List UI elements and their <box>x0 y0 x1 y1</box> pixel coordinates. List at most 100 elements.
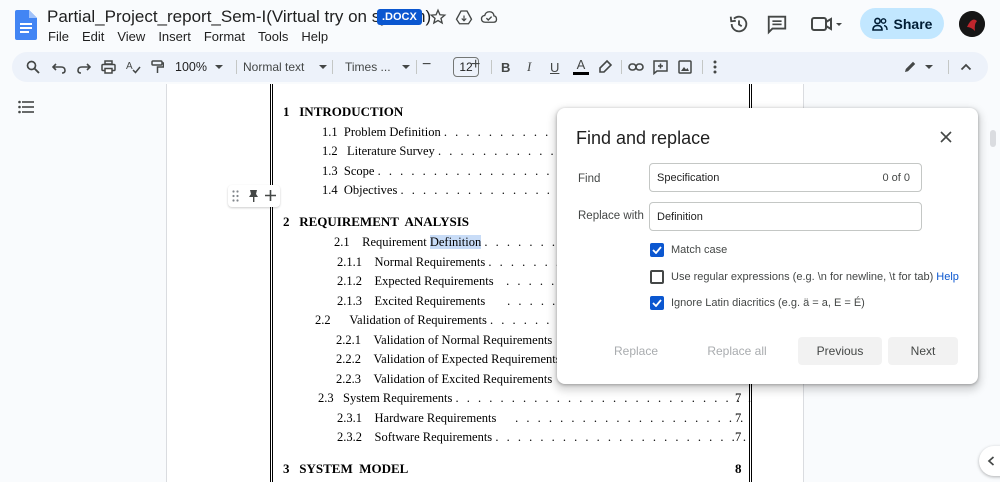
toc-entry[interactable]: 2.1.1 Normal Requirements . . . . . . . … <box>337 255 573 270</box>
diacritics-option[interactable]: Ignore Latin diacritics (e.g. ä = a, E =… <box>650 296 865 310</box>
history-icon[interactable] <box>728 13 750 35</box>
toc-entry[interactable]: 1.4 Objectives . . . . . . . . . . . . .… <box>322 183 564 198</box>
toc-entry[interactable]: 1.1 Problem Definition . . . . . . . . .… <box>322 125 573 140</box>
menu-help[interactable]: Help <box>301 29 328 44</box>
text-color-button[interactable]: A <box>572 58 590 76</box>
toc-num: 2.1 <box>334 235 350 249</box>
toc-num: 2.1.3 <box>337 294 362 308</box>
toc-title: Excited Requirements <box>374 294 486 308</box>
share-button[interactable]: Share <box>860 8 944 39</box>
paint-format-icon[interactable] <box>151 58 164 76</box>
replace-all-button[interactable]: Replace all <box>692 337 782 365</box>
replace-input[interactable]: Definition <box>649 202 922 231</box>
toc-num: 2.2.3 <box>336 372 361 386</box>
toc-entry[interactable]: 2.1.2 Expected Requirements . . . . . . … <box>337 274 579 289</box>
toc-entry[interactable]: 1.2 Literature Survey . . . . . . . . . … <box>322 144 579 159</box>
toolbar: A 100% Normal text Times ... − 12 + B I … <box>12 52 988 82</box>
menu-view[interactable]: View <box>117 29 145 44</box>
avatar[interactable] <box>959 11 985 37</box>
divider <box>332 60 333 74</box>
add-icon[interactable] <box>265 190 276 201</box>
chevron-up-icon[interactable] <box>960 58 972 76</box>
divider <box>702 60 703 74</box>
toc-entry[interactable]: 2.1 Requirement Definition . . . . . . . <box>334 235 557 250</box>
chevron-left-icon <box>987 456 995 466</box>
add-comment-icon[interactable] <box>653 58 668 76</box>
find-input[interactable]: Specification 0 of 0 <box>649 163 922 192</box>
zoom-select[interactable]: 100% <box>175 58 224 76</box>
toc-entry[interactable]: 2.3.2 Software Requirements . . . . . . … <box>337 430 748 445</box>
toc-title: Scope <box>343 164 375 178</box>
undo-icon[interactable] <box>52 58 66 76</box>
next-button[interactable]: Next <box>888 337 958 365</box>
divider <box>416 60 417 74</box>
toc-num: 2.2 <box>315 313 331 327</box>
meet-icon[interactable] <box>810 13 844 35</box>
toc-entry[interactable]: 2.2.1 Validation of Normal Requirements <box>336 333 552 348</box>
menu-insert[interactable]: Insert <box>158 29 191 44</box>
redo-icon[interactable] <box>77 58 91 76</box>
help-link[interactable]: Help <box>936 271 959 283</box>
bold-button[interactable]: B <box>501 58 510 76</box>
style-select[interactable]: Normal text <box>243 58 328 76</box>
font-select[interactable]: Times ... <box>345 58 411 76</box>
chevron-down-icon <box>214 65 223 69</box>
editing-mode-select[interactable] <box>903 58 934 76</box>
increase-font-size-button[interactable]: + <box>471 56 480 74</box>
print-icon[interactable] <box>101 58 116 76</box>
toc-entry[interactable]: 2.3.1 Hardware Requirements . . . . . . … <box>337 411 746 426</box>
pin-icon[interactable] <box>248 189 259 202</box>
move-to-drive-icon[interactable] <box>455 8 473 26</box>
toc-heading[interactable]: 1 INTRODUCTION <box>283 104 403 120</box>
toc-title: System Requirements <box>343 391 453 405</box>
toc-title: Expected Requirements <box>374 274 494 288</box>
toc-num: 1.2 <box>322 144 338 158</box>
toc-title: Validation of Normal Requirements <box>373 333 553 347</box>
menu-edit[interactable]: Edit <box>82 29 104 44</box>
previous-button[interactable]: Previous <box>798 337 882 365</box>
star-icon[interactable] <box>429 8 447 26</box>
docs-logo-icon[interactable] <box>15 10 37 40</box>
drag-handle-icon[interactable] <box>232 190 239 202</box>
toc-num: 2.3 <box>318 391 334 405</box>
toc-heading[interactable]: 2 REQUIREMENT ANALYSIS <box>283 214 469 230</box>
toc-entry[interactable]: 2.2 Validation of Requirements . . . . .… <box>315 313 563 328</box>
share-label: Share <box>893 15 933 32</box>
page-border-left <box>270 84 273 482</box>
toc-entry[interactable]: 2.1.3 Excited Requirements . . . . . <box>337 294 558 309</box>
doc-title[interactable]: Partial_Project_report_Sem-I(Virtual try… <box>47 7 431 27</box>
match-count: 0 of 0 <box>882 172 910 184</box>
image-icon[interactable] <box>678 58 692 76</box>
toc-heading[interactable]: 3 SYSTEM MODEL <box>283 461 408 477</box>
diacritics-checkbox[interactable] <box>650 296 664 310</box>
menu-file[interactable]: File <box>48 29 69 44</box>
replace-button[interactable]: Replace <box>597 337 675 365</box>
search-icon[interactable] <box>26 58 40 76</box>
decrease-font-size-button[interactable]: − <box>422 56 431 74</box>
cloud-saved-icon[interactable] <box>480 8 498 26</box>
regex-option[interactable]: Use regular expressions (e.g. \n for new… <box>650 270 959 284</box>
regex-checkbox[interactable] <box>650 270 664 284</box>
divider <box>491 60 492 74</box>
toc-entry[interactable]: 2.2.3 Validation of Excited Requirements <box>336 372 552 387</box>
link-icon[interactable] <box>628 58 644 76</box>
match-case-label: Match case <box>671 244 728 256</box>
match-case-option[interactable]: Match case <box>650 243 727 257</box>
scrollbar-thumb[interactable] <box>990 130 996 147</box>
toc-entry[interactable]: 2.3 System Requirements . . . . . . . . … <box>318 391 751 406</box>
toc-entry[interactable]: 1.3 Scope . . . . . . . . . . . . . . . … <box>322 164 574 179</box>
highlighter-icon[interactable] <box>598 58 612 76</box>
menu-format[interactable]: Format <box>204 29 245 44</box>
outline-icon[interactable] <box>18 100 34 114</box>
toc-entry[interactable]: 2.2.2 Validation of Expected Requirement… <box>336 352 561 367</box>
title-bar: Partial_Project_report_Sem-I(Virtual try… <box>0 0 1000 48</box>
comment-icon[interactable] <box>766 13 788 35</box>
menu-tools[interactable]: Tools <box>258 29 288 44</box>
italic-button[interactable]: I <box>527 58 531 76</box>
underline-button[interactable]: U <box>550 58 559 76</box>
match-case-checkbox[interactable] <box>650 243 664 257</box>
spellcheck-icon[interactable]: A <box>126 58 141 76</box>
svg-text:A: A <box>126 61 133 72</box>
close-icon[interactable] <box>939 130 953 144</box>
more-icon[interactable] <box>712 58 718 76</box>
